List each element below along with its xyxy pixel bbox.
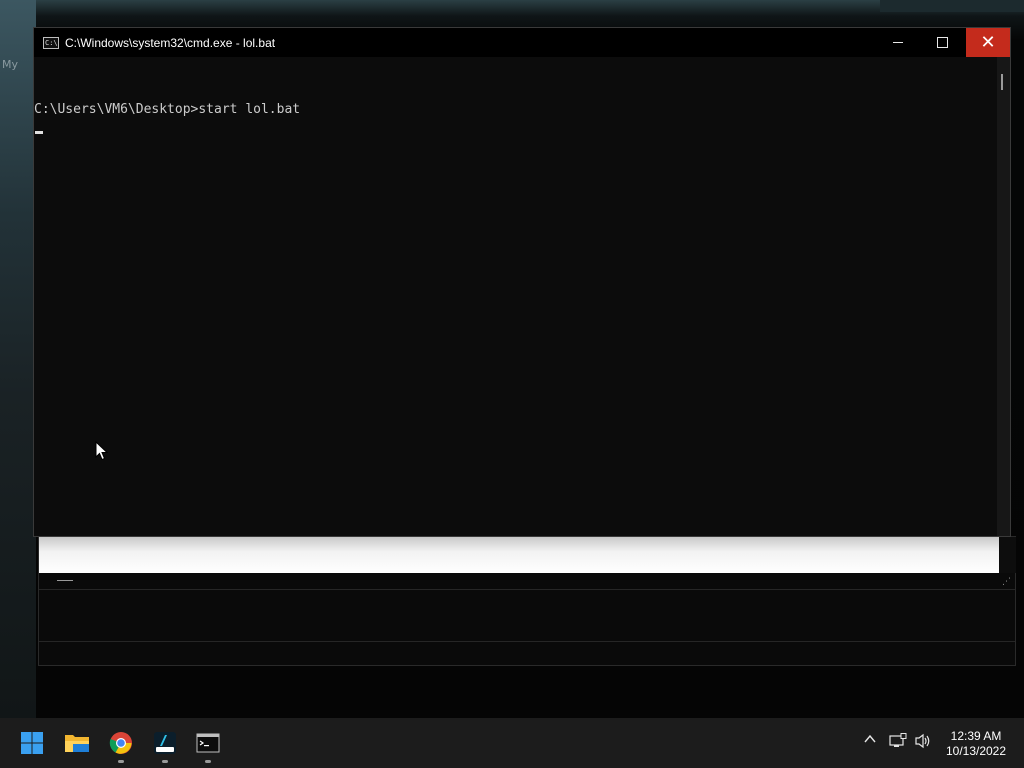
folder-icon xyxy=(65,735,89,752)
text-cursor xyxy=(35,131,43,134)
cmd-window[interactable]: C:\ C:\Windows\system32\cmd.exe - lol.ba… xyxy=(33,27,1011,537)
desktop-wallpaper-edge: My xyxy=(0,0,36,718)
start-button[interactable] xyxy=(18,729,46,757)
console-line: C:\Users\VM6\Desktop>start lol.bat xyxy=(34,102,301,117)
command-prompt-button[interactable] xyxy=(194,729,222,757)
network-icon xyxy=(889,733,907,747)
background-window-dash xyxy=(57,580,73,581)
terminal-icon xyxy=(196,733,220,753)
background-window-scrollbar[interactable] xyxy=(999,537,1016,573)
minimize-icon xyxy=(892,42,903,43)
divider xyxy=(39,589,1015,590)
running-indicator xyxy=(118,760,124,763)
desktop-wallpaper-strip xyxy=(880,0,1024,12)
app-icon xyxy=(154,732,176,754)
app-button[interactable] xyxy=(151,729,179,757)
maximize-icon xyxy=(937,37,948,48)
chrome-icon xyxy=(109,732,132,754)
cmd-app-icon-text: C:\ xyxy=(45,38,58,47)
running-indicator xyxy=(205,760,211,763)
window-titlebar[interactable]: C:\ C:\Windows\system32\cmd.exe - lol.ba… xyxy=(34,28,1010,57)
scrollbar-thumb[interactable] xyxy=(1001,74,1003,90)
clock-time: 12:39 AM xyxy=(950,729,1002,743)
volume-icon xyxy=(915,733,930,749)
minimize-button[interactable] xyxy=(875,28,920,57)
close-icon: ✕ xyxy=(980,32,996,53)
close-button[interactable]: ✕ xyxy=(966,28,1010,57)
maximize-button[interactable] xyxy=(920,28,965,57)
background-window-content xyxy=(39,537,999,573)
chrome-button[interactable] xyxy=(107,729,135,757)
cmd-app-icon[interactable]: C:\ xyxy=(43,36,59,49)
running-indicator xyxy=(162,760,168,763)
resize-grip-icon[interactable]: ⋰ xyxy=(1002,578,1011,587)
background-window[interactable]: ⋰ xyxy=(38,536,1016,666)
network-button[interactable] xyxy=(889,733,907,753)
console-scrollbar[interactable] xyxy=(997,57,1010,536)
clock-date: 10/13/2022 xyxy=(945,744,1007,758)
chevron-up-icon xyxy=(864,734,876,743)
divider xyxy=(39,641,1015,642)
volume-button[interactable] xyxy=(914,733,932,753)
clock[interactable]: 12:39 AM 10/13/2022 xyxy=(938,729,1014,759)
taskbar: 12:39 AM 10/13/2022 xyxy=(0,718,1024,768)
mouse-pointer-icon xyxy=(95,441,109,461)
desktop-icon-label[interactable]: My xyxy=(2,58,18,71)
file-explorer-button[interactable] xyxy=(63,729,91,757)
windows-logo-icon xyxy=(21,732,43,754)
show-hidden-icons-button[interactable] xyxy=(863,732,877,750)
window-title: C:\Windows\system32\cmd.exe - lol.bat xyxy=(65,35,276,50)
console-output[interactable]: C:\Users\VM6\Desktop>start lol.bat xyxy=(34,57,997,536)
